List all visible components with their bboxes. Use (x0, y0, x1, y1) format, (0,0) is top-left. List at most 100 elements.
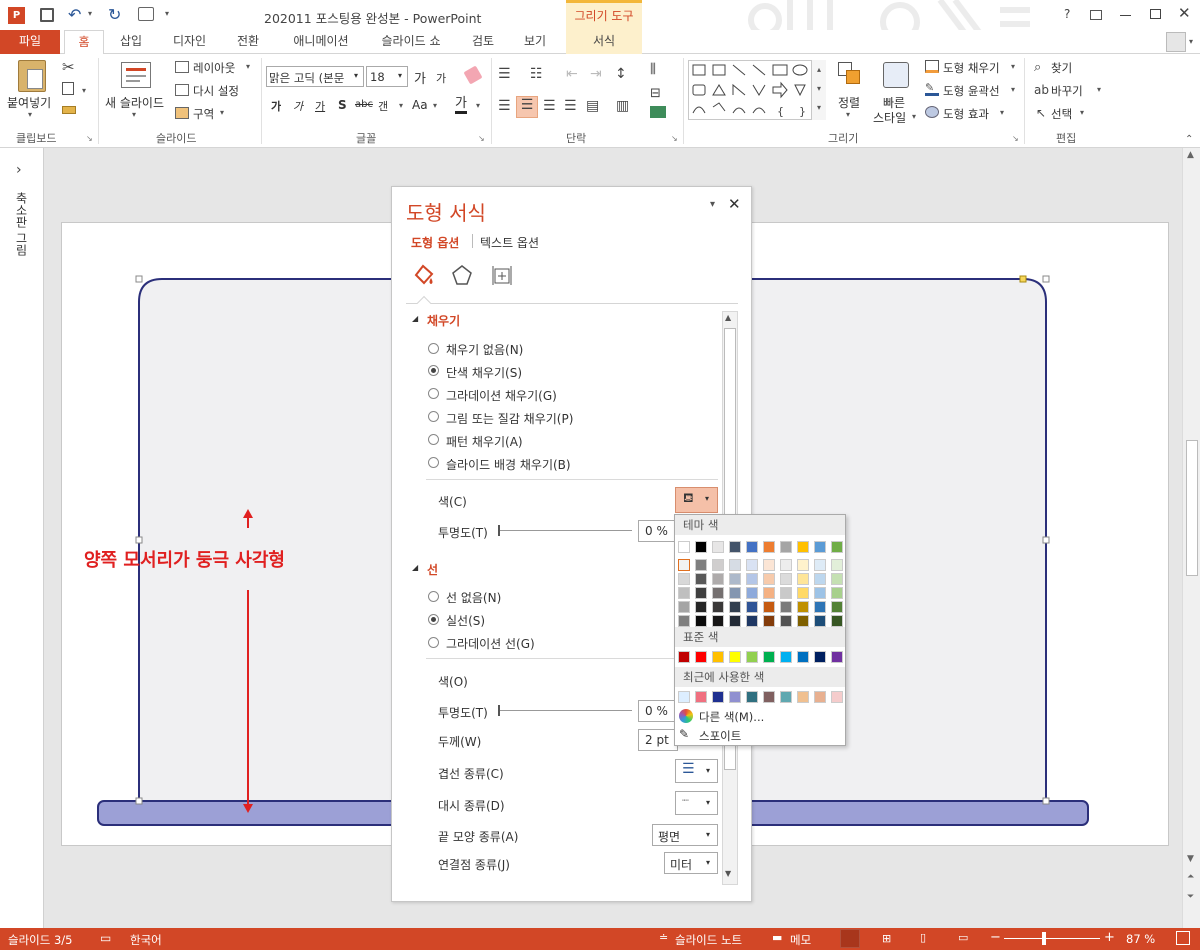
standard-color-swatch[interactable] (763, 651, 775, 663)
line-transparency-slider[interactable] (498, 705, 632, 716)
theme-color-swatch[interactable] (729, 559, 741, 571)
recent-color-swatch[interactable] (678, 691, 690, 703)
replace-icon[interactable]: ab (1034, 83, 1049, 97)
notes-button[interactable]: 슬라이드 노트 (675, 932, 742, 948)
cut-icon[interactable]: ✂ (62, 58, 75, 76)
font-color-dropdown-icon[interactable]: ▾ (476, 101, 480, 110)
eyedropper-option[interactable]: 스포이트 (699, 728, 741, 744)
change-case-dropdown-icon[interactable]: ▾ (433, 101, 437, 110)
theme-color-swatch[interactable] (695, 587, 707, 599)
theme-color-swatch[interactable] (746, 541, 758, 553)
theme-color-swatch[interactable] (814, 541, 826, 553)
theme-color-swatch[interactable] (746, 601, 758, 613)
theme-color-swatch[interactable] (678, 601, 690, 613)
scroll-up-icon[interactable]: ▲ (1187, 150, 1194, 160)
shape-outline-dropdown-icon[interactable]: ▾ (1011, 85, 1015, 94)
theme-color-swatch[interactable] (814, 601, 826, 613)
new-slide-icon[interactable] (121, 62, 151, 88)
numbering-icon[interactable]: ☷ (530, 66, 543, 82)
theme-color-swatch[interactable] (729, 541, 741, 553)
scroll-down-icon[interactable]: ▼ (1187, 854, 1194, 864)
theme-color-swatch[interactable] (746, 587, 758, 599)
tab-animations[interactable]: 애니메이션 (282, 30, 360, 54)
fill-pattern-label[interactable]: 패턴 채우기(A) (446, 433, 523, 450)
user-avatar[interactable] (1166, 32, 1186, 52)
paste-button[interactable]: 붙여넣기 (7, 94, 51, 111)
theme-color-swatch[interactable] (814, 615, 826, 627)
standard-color-swatch[interactable] (729, 651, 741, 663)
font-launcher-icon[interactable]: ↘ (478, 134, 485, 143)
fill-section-header[interactable]: 채우기 (427, 312, 460, 329)
fill-none-label[interactable]: 채우기 없음(N) (446, 341, 523, 358)
replace-dropdown-icon[interactable]: ▾ (1097, 85, 1101, 94)
comments-button[interactable]: 메모 (790, 932, 811, 948)
next-slide-icon[interactable]: ⏷ (1187, 892, 1194, 902)
tab-slideshow[interactable]: 슬라이드 쇼 (372, 30, 450, 54)
theme-color-swatch[interactable] (678, 573, 690, 585)
standard-color-swatch[interactable] (831, 651, 843, 663)
undo-icon[interactable]: ↶ (68, 5, 81, 24)
arrange-icon[interactable] (838, 62, 862, 86)
fill-solid-radio[interactable] (428, 365, 439, 376)
fill-transparency-input[interactable]: 0 % (638, 520, 678, 542)
join-type-select[interactable]: 미터 ▾ (664, 852, 718, 874)
notes-icon[interactable]: ≐ (659, 931, 668, 944)
recent-color-swatch[interactable] (814, 691, 826, 703)
theme-color-swatch[interactable] (695, 541, 707, 553)
fill-picture-radio[interactable] (428, 411, 439, 422)
tab-format[interactable]: 서식 (566, 30, 642, 54)
reset-button[interactable]: 다시 설정 (193, 83, 239, 99)
character-spacing-button[interactable]: 갠 (378, 98, 388, 114)
theme-color-swatch[interactable] (729, 587, 741, 599)
arrange-dropdown-icon[interactable]: ▾ (846, 110, 850, 119)
theme-color-swatch[interactable] (780, 573, 792, 585)
zoom-slider[interactable] (1004, 932, 1100, 945)
theme-color-swatch[interactable] (763, 573, 775, 585)
line-solid-label[interactable]: 실선(S) (446, 612, 485, 629)
theme-color-swatch[interactable] (831, 541, 843, 553)
tab-transitions[interactable]: 전환 (226, 30, 270, 54)
line-spacing-icon[interactable]: ↕ (615, 66, 627, 82)
dash-type-select[interactable]: ┈ ▾ (675, 791, 718, 815)
language-indicator[interactable]: 한국어 (130, 932, 162, 948)
theme-color-swatch[interactable] (729, 615, 741, 627)
recent-color-swatch[interactable] (712, 691, 724, 703)
zoom-level[interactable]: 87 % (1126, 932, 1155, 946)
reset-icon[interactable] (175, 84, 189, 96)
font-name-dropdown-icon[interactable]: ▾ (354, 71, 358, 80)
tab-review[interactable]: 검토 (462, 30, 504, 54)
layout-button[interactable]: 레이아웃 (193, 60, 235, 76)
theme-color-swatch[interactable] (712, 615, 724, 627)
standard-color-swatch[interactable] (695, 651, 707, 663)
theme-color-swatch[interactable] (763, 559, 775, 571)
theme-color-swatch[interactable] (797, 601, 809, 613)
increase-indent-icon[interactable]: ⇥ (590, 66, 602, 82)
cap-type-select[interactable]: 평면 ▾ (652, 824, 718, 846)
tab-insert[interactable]: 삽입 (110, 30, 152, 54)
fill-gradient-radio[interactable] (428, 388, 439, 399)
theme-color-swatch[interactable] (695, 601, 707, 613)
align-text-icon[interactable]: ⊟ (650, 86, 661, 101)
theme-color-swatch[interactable] (712, 587, 724, 599)
compound-type-select[interactable]: ☰ ▾ (675, 759, 718, 783)
recent-color-swatch[interactable] (797, 691, 809, 703)
theme-color-swatch[interactable] (695, 573, 707, 585)
new-slide-button[interactable]: 새 슬라이드 (105, 94, 164, 111)
quick-styles-label-2[interactable]: 스타일 (873, 109, 906, 126)
fill-pattern-radio[interactable] (428, 434, 439, 445)
start-presentation-icon[interactable] (138, 7, 154, 21)
format-painter-icon[interactable] (62, 106, 76, 114)
copy-icon[interactable] (62, 82, 74, 95)
slideshow-view-icon[interactable]: ▭ (958, 931, 968, 944)
select-button[interactable]: 선택 (1051, 106, 1072, 122)
fill-background-label[interactable]: 슬라이드 배경 채우기(B) (446, 456, 571, 473)
shape-fill-button[interactable]: 도형 채우기 (943, 60, 1000, 76)
bold-button[interactable]: 가 (271, 98, 281, 114)
fill-background-radio[interactable] (428, 457, 439, 468)
comments-icon[interactable]: ▬ (772, 931, 782, 944)
change-case-button[interactable]: Aa (412, 98, 428, 112)
theme-color-swatch[interactable] (780, 559, 792, 571)
line-width-input[interactable]: 2 pt (638, 729, 678, 751)
shapes-gallery[interactable]: { } (688, 60, 826, 120)
justify-icon[interactable]: ☰ (564, 98, 577, 114)
